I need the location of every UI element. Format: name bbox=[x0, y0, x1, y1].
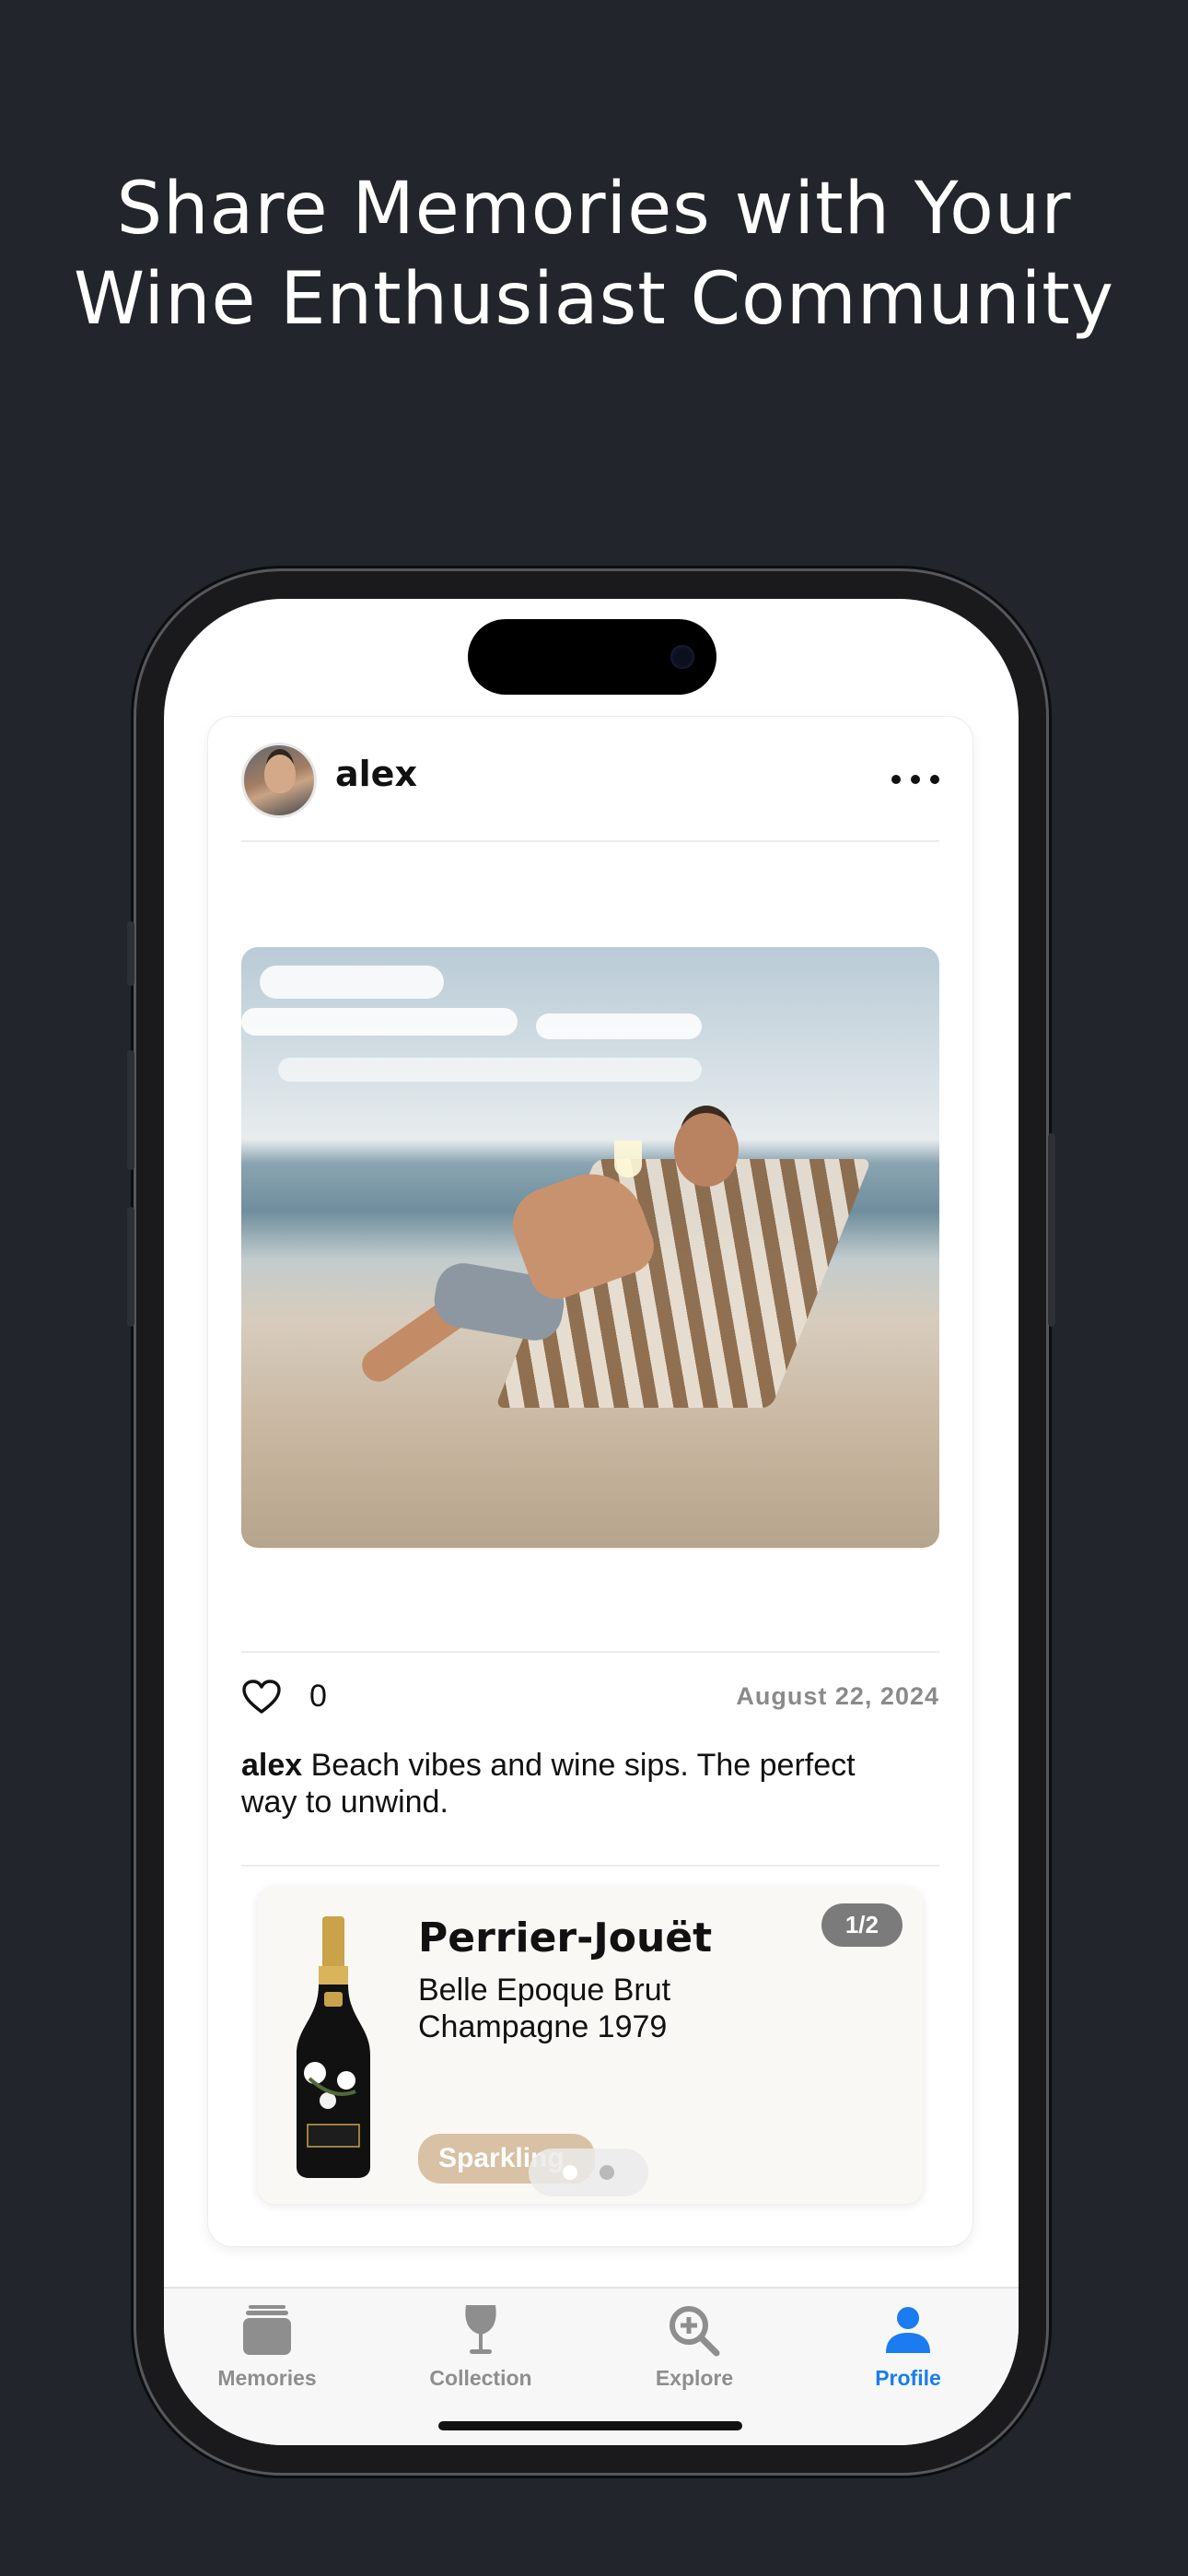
photo-cloud bbox=[536, 1013, 702, 1039]
caption-text: Beach vibes and wine sips. The perfect w… bbox=[241, 1748, 856, 1820]
promo-headline: Share Memories with Your Wine Enthusiast… bbox=[0, 164, 1188, 345]
tab-explore-label: Explore bbox=[655, 2366, 734, 2390]
photo-cloud bbox=[260, 966, 444, 999]
caption-divider bbox=[241, 1865, 939, 1867]
tab-profile-label: Profile bbox=[875, 2366, 941, 2390]
magnify-plus-icon bbox=[670, 2306, 720, 2357]
tab-memories[interactable]: Memories bbox=[193, 2301, 341, 2394]
wine-producer: Perrier-Jouët bbox=[418, 1914, 713, 1961]
wine-card[interactable]: Perrier-Jouët Belle Epoque Brut Champagn… bbox=[258, 1887, 923, 2204]
tab-explore[interactable]: Explore bbox=[621, 2301, 768, 2394]
tab-collection-label: Collection bbox=[429, 2366, 532, 2390]
bottom-tab-bar: Memories Collection Explore Profile bbox=[164, 2287, 1019, 2445]
home-indicator[interactable] bbox=[438, 2421, 742, 2430]
memories-stack-icon bbox=[243, 2305, 291, 2355]
photo-cloud bbox=[278, 1058, 702, 1082]
header-divider bbox=[241, 840, 939, 842]
post-date: August 22, 2024 bbox=[736, 1682, 939, 1710]
person-head bbox=[674, 1113, 739, 1187]
photo-divider bbox=[241, 1651, 939, 1653]
wine-page-badge: 1/2 bbox=[821, 1903, 903, 1947]
headline-line-2: Wine Enthusiast Community bbox=[73, 258, 1115, 341]
pager-dot-active[interactable] bbox=[563, 2165, 577, 2180]
wine-name: Belle Epoque Brut Champagne 1979 bbox=[418, 1973, 671, 2044]
post-photo[interactable] bbox=[241, 947, 939, 1548]
tab-profile[interactable]: Profile bbox=[834, 2301, 982, 2394]
post-username[interactable]: alex bbox=[335, 754, 417, 794]
heart-icon[interactable] bbox=[241, 1679, 282, 1715]
app-screen: alex 0 August 22, 2024 alex Beach vibes … bbox=[164, 599, 1019, 2445]
phone-frame: alex 0 August 22, 2024 alex Beach vibes … bbox=[127, 571, 1055, 2473]
more-options-icon[interactable] bbox=[891, 759, 939, 800]
tab-memories-label: Memories bbox=[217, 2366, 317, 2390]
photo-cloud bbox=[241, 1008, 518, 1036]
like-count: 0 bbox=[309, 1679, 327, 1714]
post-header: alex bbox=[241, 743, 939, 818]
tab-collection[interactable]: Collection bbox=[407, 2301, 554, 2394]
headline-line-1: Share Memories with Your bbox=[116, 168, 1072, 251]
volume-down-button bbox=[127, 1207, 134, 1327]
power-button bbox=[1048, 1133, 1055, 1327]
champagne-bottle-image bbox=[297, 1916, 370, 2178]
person-icon bbox=[886, 2307, 930, 2353]
post-caption: alex Beach vibes and wine sips. The perf… bbox=[241, 1747, 886, 1821]
avatar[interactable] bbox=[241, 743, 317, 818]
memory-post-card: alex 0 August 22, 2024 alex Beach vibes … bbox=[208, 717, 973, 2246]
front-camera-icon bbox=[670, 645, 694, 669]
pager-dot[interactable] bbox=[600, 2165, 614, 2180]
dynamic-island bbox=[468, 619, 716, 695]
caption-username[interactable]: alex bbox=[241, 1748, 302, 1783]
action-button bbox=[127, 921, 134, 986]
wine-glass-icon bbox=[465, 2305, 496, 2354]
post-actions: 0 August 22, 2024 bbox=[241, 1675, 939, 1721]
wine-glass-in-photo bbox=[614, 1141, 642, 1177]
wine-pager[interactable] bbox=[529, 2149, 648, 2196]
volume-up-button bbox=[127, 1050, 134, 1170]
